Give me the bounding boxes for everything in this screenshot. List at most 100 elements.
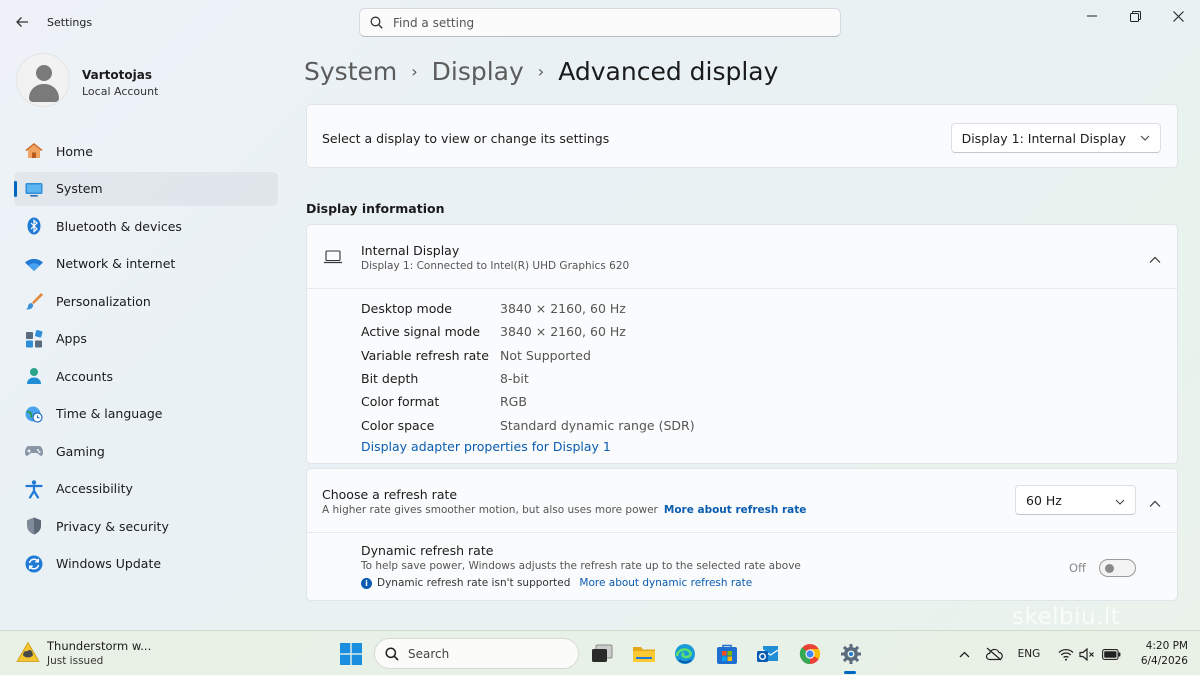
refresh-rate-description: A higher rate gives smoother motion, but… xyxy=(322,504,806,516)
volume-button[interactable] xyxy=(1077,644,1097,664)
language-indicator: ENG xyxy=(1017,648,1041,660)
battery-button[interactable] xyxy=(1100,644,1122,664)
breadcrumb-system[interactable]: System xyxy=(304,57,397,86)
back-button[interactable] xyxy=(8,8,36,36)
toggle-state-label: Off xyxy=(1069,561,1086,575)
display-dropdown[interactable]: Display 1: Internal Display xyxy=(950,123,1161,153)
sidebar-item-apps[interactable]: Apps xyxy=(14,322,278,356)
outlook-button[interactable] xyxy=(754,640,781,667)
sidebar-item-network[interactable]: Network & internet xyxy=(14,247,278,281)
dynamic-refresh-note: i Dynamic refresh rate isn't supported M… xyxy=(361,577,752,589)
weather-title[interactable]: Thunderstorm w... xyxy=(47,639,151,653)
clock-date: 6/4/2026 xyxy=(1140,655,1188,667)
chevron-down-icon xyxy=(1140,135,1150,141)
chevron-up-icon[interactable] xyxy=(1149,249,1161,268)
sidebar-item-system[interactable]: System xyxy=(14,171,278,206)
display-name: Internal Display xyxy=(361,243,460,258)
display-info-header[interactable]: Internal Display Display 1: Connected to… xyxy=(307,225,1177,289)
breadcrumb-display[interactable]: Display xyxy=(432,57,524,86)
sidebar-item-label: Personalization xyxy=(56,293,151,309)
display-information-heading: Display information xyxy=(306,201,445,216)
network-status-button[interactable] xyxy=(1056,644,1076,664)
sidebar-item-accounts[interactable]: Accounts xyxy=(14,359,278,393)
taskbar: Thunderstorm w... Just issued Search ENG xyxy=(0,630,1200,675)
battery-icon xyxy=(1101,648,1120,660)
close-button[interactable] xyxy=(1160,4,1196,28)
search-input[interactable] xyxy=(393,15,793,30)
show-hidden-icons-button[interactable] xyxy=(954,644,974,664)
sidebar-item-home[interactable]: Home xyxy=(14,134,278,168)
clock[interactable]: 4:20 PM 6/4/2026 xyxy=(1130,639,1188,669)
refresh-rate-card: Choose a refresh rate A higher rate give… xyxy=(306,468,1178,601)
refresh-rate-dropdown[interactable]: 60 Hz xyxy=(1015,485,1136,515)
avatar xyxy=(16,53,70,107)
info-key: Variable refresh rate xyxy=(361,347,489,363)
display-info-card: Internal Display Display 1: Connected to… xyxy=(306,224,1178,464)
weather-warning-icon[interactable] xyxy=(16,641,40,667)
sidebar-item-time-language[interactable]: Time & language xyxy=(14,397,278,431)
chrome-button[interactable] xyxy=(796,640,823,667)
info-value: RGB xyxy=(500,394,527,410)
taskbar-search[interactable]: Search xyxy=(374,638,579,669)
adapter-properties-link[interactable]: Display adapter properties for Display 1 xyxy=(361,439,611,454)
sidebar-item-label: System xyxy=(56,181,103,196)
user-profile[interactable]: Vartotojas Local Account xyxy=(16,53,276,111)
file-explorer-button[interactable] xyxy=(630,640,657,667)
sidebar-item-accessibility[interactable]: Accessibility xyxy=(14,472,278,506)
sidebar-item-label: Apps xyxy=(56,331,87,346)
settings-search-box[interactable] xyxy=(359,8,841,37)
task-view-button[interactable] xyxy=(588,640,615,667)
profile-name: Vartotojas xyxy=(82,68,152,82)
info-value: 8-bit xyxy=(500,371,529,387)
sidebar-item-bluetooth[interactable]: Bluetooth & devices xyxy=(14,209,278,243)
sidebar-nav: Home System Bluetooth & devices Network … xyxy=(14,134,278,584)
cloud-offline-button[interactable] xyxy=(983,644,1005,664)
info-row: Color format RGB xyxy=(361,390,695,413)
dynamic-refresh-description: To help save power, Windows adjusts the … xyxy=(361,560,801,572)
edge-icon xyxy=(674,643,695,664)
settings-taskbar-button[interactable] xyxy=(837,640,864,667)
sidebar-item-label: Time & language xyxy=(56,406,163,421)
wifi-icon xyxy=(24,254,44,274)
sidebar-item-windows-update[interactable]: Windows Update xyxy=(14,547,278,581)
sidebar-item-label: Accounts xyxy=(56,368,113,384)
start-button[interactable] xyxy=(337,640,364,667)
input-language-button[interactable]: ENG xyxy=(1014,644,1044,664)
breadcrumb-separator: › xyxy=(411,61,418,81)
sidebar-item-label: Home xyxy=(56,143,93,159)
search-icon xyxy=(385,646,399,661)
dynamic-refresh-toggle[interactable] xyxy=(1099,559,1136,577)
sidebar-item-label: Gaming xyxy=(56,443,105,459)
sidebar-item-label: Privacy & security xyxy=(56,518,169,534)
refresh-rate-subtitle: A higher rate gives smoother motion, but… xyxy=(322,504,658,516)
active-app-indicator xyxy=(844,671,856,674)
info-key: Bit depth xyxy=(361,371,419,387)
mail-icon xyxy=(756,645,778,662)
minimize-button[interactable] xyxy=(1074,4,1110,28)
breadcrumb-separator: › xyxy=(537,61,545,81)
display-info-rows: Desktop mode 3840 × 2160, 60 Hz Active si… xyxy=(361,297,695,437)
sidebar-item-personalization[interactable]: Personalization xyxy=(14,284,278,318)
laptop-icon xyxy=(323,249,343,269)
info-value: Not Supported xyxy=(500,347,591,363)
sidebar-item-gaming[interactable]: Gaming xyxy=(14,434,278,468)
restore-button[interactable] xyxy=(1117,4,1153,28)
back-arrow-icon xyxy=(16,17,28,27)
microsoft-store-button[interactable] xyxy=(713,640,740,667)
search-icon xyxy=(370,16,383,29)
sidebar-item-privacy-security[interactable]: Privacy & security xyxy=(14,509,278,543)
chevron-up-icon[interactable] xyxy=(1149,493,1161,512)
more-about-dynamic-refresh-link[interactable]: More about dynamic refresh rate xyxy=(579,577,752,589)
display-select-card: Select a display to view or change its s… xyxy=(306,104,1178,168)
dynamic-refresh-note-text: Dynamic refresh rate isn't supported xyxy=(377,577,571,589)
brush-icon xyxy=(24,291,44,311)
more-about-refresh-rate-link[interactable]: More about refresh rate xyxy=(664,504,807,516)
refresh-rate-title: Choose a refresh rate xyxy=(322,487,458,502)
speaker-muted-icon xyxy=(1079,647,1094,661)
home-icon xyxy=(24,141,44,161)
info-icon: i xyxy=(361,577,372,589)
weather-status: Just issued xyxy=(47,655,104,667)
shield-icon xyxy=(24,516,44,536)
edge-browser-button[interactable] xyxy=(671,640,698,667)
sidebar-item-label: Network & internet xyxy=(56,256,176,271)
